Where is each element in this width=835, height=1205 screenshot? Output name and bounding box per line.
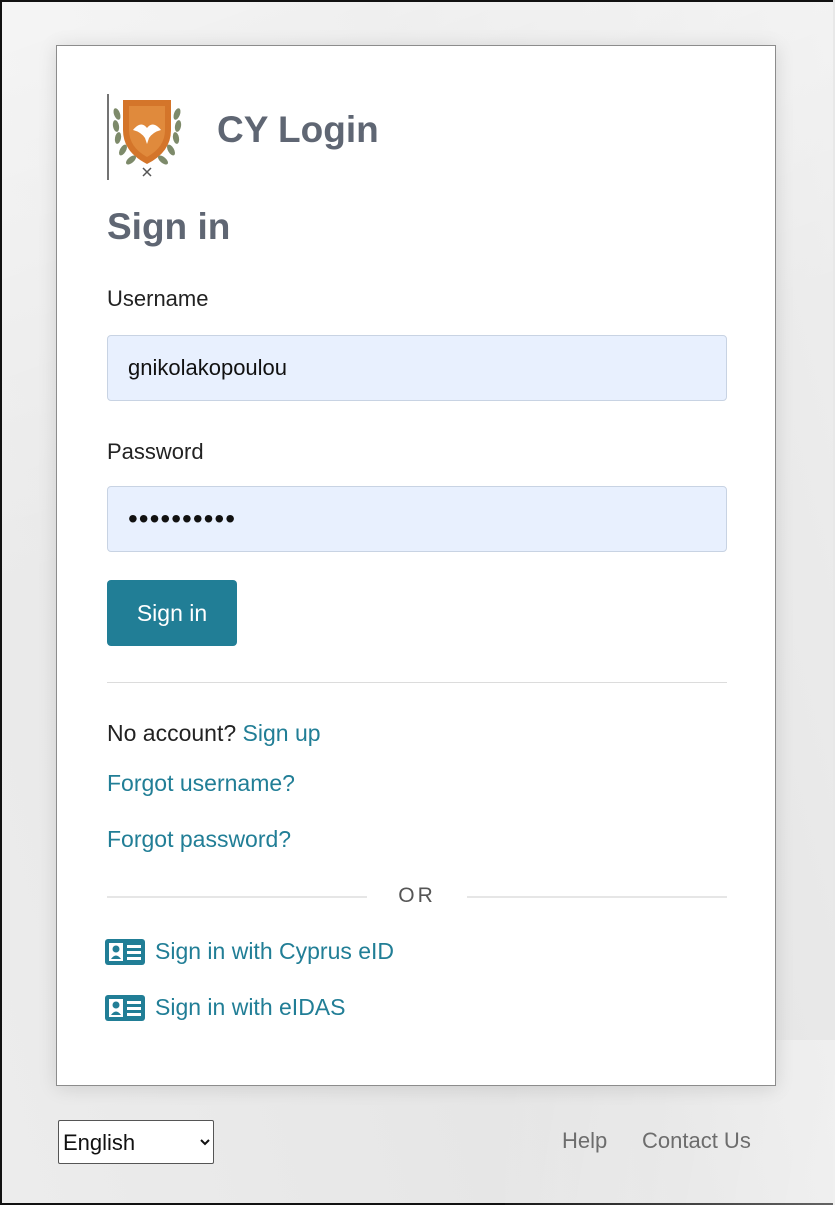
forgot-password-row: Forgot password? <box>107 826 291 853</box>
cyprus-eid-label[interactable]: Sign in with Cyprus eID <box>155 938 394 965</box>
cyprus-eid-link[interactable]: Sign in with Cyprus eID <box>105 938 394 965</box>
sign-in-button[interactable]: Sign in <box>107 580 237 646</box>
no-account-row: No account? Sign up <box>107 720 321 747</box>
footer-help[interactable]: Help <box>562 1128 607 1154</box>
brand-title: CY Login <box>217 109 379 150</box>
forgot-username-row: Forgot username? <box>107 770 295 797</box>
or-separator: OR <box>107 882 727 912</box>
contact-us-link[interactable]: Contact Us <box>642 1128 751 1153</box>
forgot-username-link[interactable]: Forgot username? <box>107 770 295 796</box>
language-select[interactable]: English <box>58 1120 214 1164</box>
password-input[interactable] <box>107 486 727 552</box>
login-card: CY Login Sign in Username Password Sign … <box>56 45 776 1086</box>
eidas-label[interactable]: Sign in with eIDAS <box>155 994 345 1021</box>
sign-up-link[interactable]: Sign up <box>243 720 321 746</box>
username-input[interactable] <box>107 335 727 401</box>
username-label: Username <box>107 286 209 311</box>
page-title: Sign in <box>107 206 231 247</box>
password-label: Password <box>107 439 204 464</box>
footer-contact[interactable]: Contact Us <box>642 1128 751 1154</box>
id-card-icon <box>105 994 145 1021</box>
forgot-password-link[interactable]: Forgot password? <box>107 826 291 852</box>
help-link[interactable]: Help <box>562 1128 607 1153</box>
section-divider <box>107 682 727 683</box>
eidas-link[interactable]: Sign in with eIDAS <box>105 994 345 1021</box>
id-card-icon <box>105 938 145 965</box>
no-account-text: No account? <box>107 720 237 746</box>
coat-of-arms-logo <box>107 94 187 180</box>
or-text: OR <box>398 884 436 907</box>
brand-header: CY Login <box>107 94 379 180</box>
